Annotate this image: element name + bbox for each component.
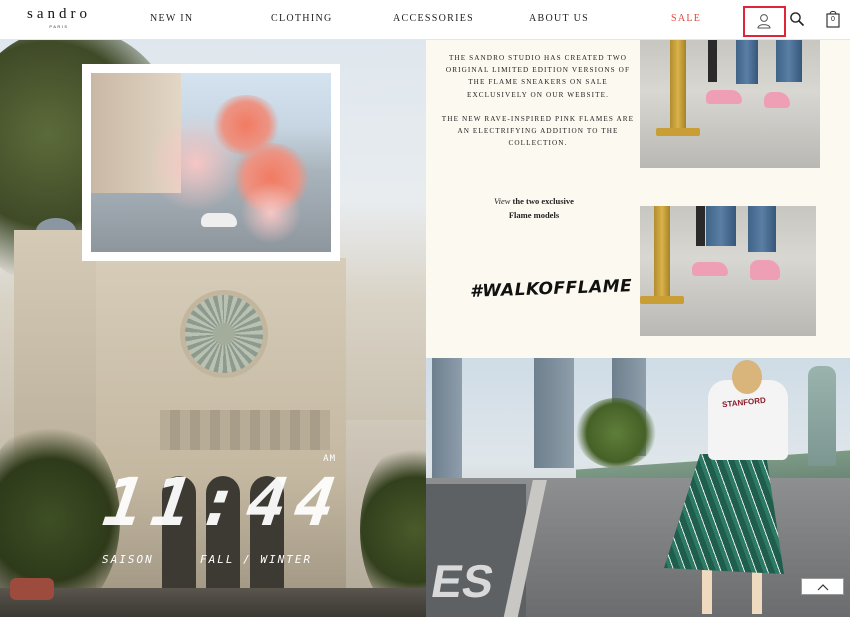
jeans-leg [748,206,776,252]
pink-sneaker [692,262,728,276]
account-icon [757,14,771,29]
nav-new-in[interactable]: NEW IN [150,13,193,24]
pink-sneaker [706,90,742,104]
view-link-text: the two exclusive [512,196,574,206]
clock-saison-label: SAISON [102,553,154,566]
nav-about-us[interactable]: ABOUT US [529,13,589,24]
church-frieze [160,410,330,450]
view-link-prefix: View [494,196,511,206]
pink-sneaker [750,260,780,280]
yellow-post [654,206,670,298]
rose-window-center [213,323,235,345]
sandro-logo[interactable]: sandro PARIS [16,6,102,29]
nav-clothing[interactable]: CLOTHING [271,13,333,24]
statue [808,366,836,466]
street-style-photo[interactable]: ES STANFORD [426,358,850,617]
jeans-leg [776,40,802,82]
search-button[interactable] [789,11,805,27]
parked-car [10,578,54,600]
yellow-post-base [640,296,684,304]
sneaker-flowers-photo [91,73,331,252]
clock-overlay: AM 11:44 SAISON FALL / WINTER [96,454,349,600]
promo-paragraph: THE NEW RAVE-INSPIRED PINK FLAMES ARE AN… [441,114,635,148]
view-flame-models-link[interactable]: View the two exclusive Flame models [456,194,612,222]
chevron-up-icon [817,584,829,591]
account-button[interactable] [743,6,786,37]
bag-count: 0 [831,16,835,23]
bike-lane-marking: ES [427,555,498,607]
promo-description: THE SANDRO STUDIO HAS CREATED TWO ORIGIN… [440,52,636,161]
pink-sneakers-photo[interactable] [640,206,816,336]
sneaker-flowers-photo-frame[interactable] [82,64,340,261]
bollard [696,206,705,246]
clock-ampm: AM [323,454,336,464]
logo-subtitle: PARIS [49,24,69,29]
jeans-leg [706,206,736,246]
jeans-leg [736,40,758,84]
bollard [708,40,717,82]
back-to-top-button[interactable] [801,578,844,595]
clock-time: 11:44 [98,464,349,541]
yellow-post [670,40,686,128]
pink-flower-bouquet [241,183,301,243]
sneaker [201,213,237,227]
nav-accessories[interactable]: ACCESSORIES [393,13,474,24]
shopping-bag-button[interactable]: 0 [826,10,842,29]
walkofflame-hashtag: #WALKOFFLAME [469,276,633,302]
site-header: sandro PARIS NEW IN CLOTHING ACCESSORIES… [0,0,850,40]
pink-sneakers-photo[interactable] [640,40,820,168]
logo-wordmark: sandro [27,6,91,22]
tree-foliage [576,398,656,468]
nav-sale[interactable]: SALE [671,13,701,24]
hero-paris-photo: AM 11:44 SAISON FALL / WINTER [0,40,426,617]
search-icon [790,12,805,27]
skyscraper [534,358,574,468]
flame-sneakers-promo: THE SANDRO STUDIO HAS CREATED TWO ORIGIN… [426,40,850,358]
clock-season-label: FALL / WINTER [200,553,313,566]
promo-paragraph: THE SANDRO STUDIO HAS CREATED TWO ORIGIN… [445,54,631,99]
view-link-text-line2: Flame models [508,210,560,220]
yellow-post-base [656,128,700,136]
pink-sneaker [764,92,790,108]
woman-head [732,360,762,394]
skyscraper [432,358,462,478]
